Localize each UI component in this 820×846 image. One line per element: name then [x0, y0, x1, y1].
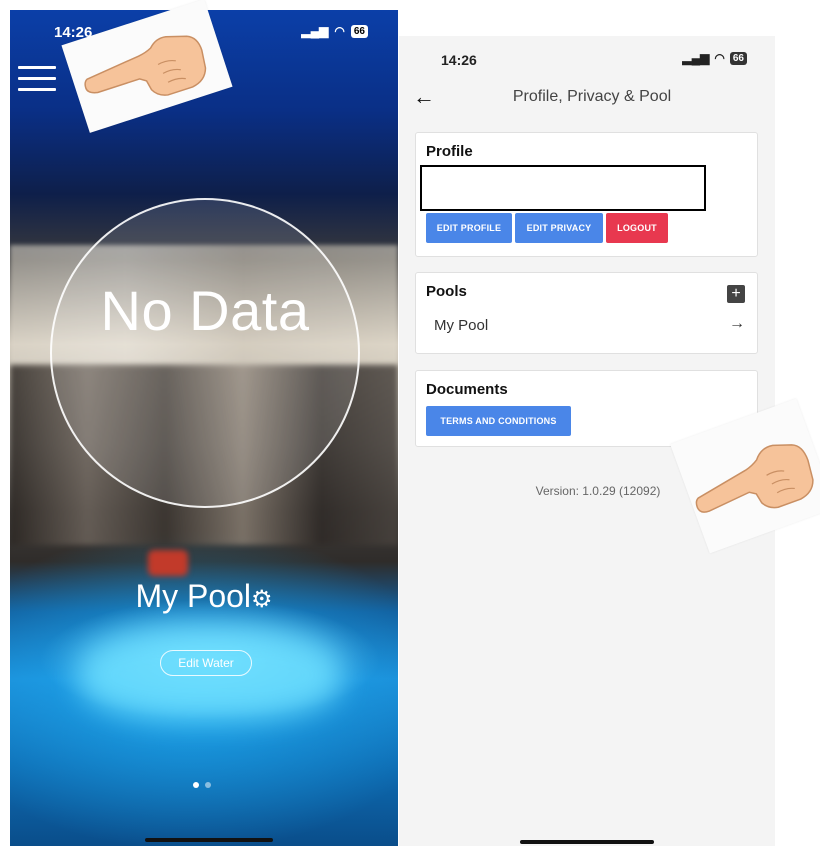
edit-water-button[interactable]: Edit Water: [160, 650, 252, 676]
wifi-icon: ◠: [714, 51, 725, 65]
documents-heading: Documents: [426, 381, 508, 398]
pools-card: Pools + My Pool →: [415, 272, 758, 354]
arrow-right-icon: →: [729, 315, 745, 332]
pool-name-label: My Pool: [135, 578, 252, 614]
page-title: Profile, Privacy & Pool: [512, 88, 672, 105]
signal-icon: ▂▄▆: [301, 24, 329, 38]
list-item[interactable]: My Pool →: [416, 313, 757, 343]
profile-heading: Profile: [426, 143, 473, 160]
pool-name-title[interactable]: My Pool⚙: [10, 578, 398, 615]
reading-circle[interactable]: [50, 198, 360, 508]
gear-icon[interactable]: ⚙: [251, 586, 273, 613]
redacted-profile-info: [420, 165, 706, 211]
screenshot-composite: 14:26 ▂▄▆ ◠ 66 No Data My Pool⚙ Edit Wat…: [0, 0, 820, 846]
pool-home-screen: 14:26 ▂▄▆ ◠ 66 No Data My Pool⚙ Edit Wat…: [10, 10, 398, 846]
battery-icon: 66: [350, 24, 368, 38]
plus-icon[interactable]: +: [727, 285, 745, 303]
edit-privacy-button[interactable]: EDIT PRIVACY: [515, 213, 603, 243]
no-data-label: No Data: [100, 279, 310, 342]
pool-item-label: My Pool: [434, 317, 489, 334]
home-indicator: [520, 840, 654, 844]
logout-button[interactable]: LOGOUT: [606, 213, 668, 243]
status-time: 14:26: [441, 52, 477, 68]
signal-icon: ▂▄▆: [682, 51, 710, 65]
pools-heading: Pools: [426, 283, 467, 300]
nav-bar: ← Profile, Privacy & Pool: [399, 82, 775, 112]
terms-and-conditions-button[interactable]: TERMS AND CONDITIONS: [426, 406, 571, 436]
status-bar: 14:26 ▂▄▆ ◠ 66: [399, 36, 775, 76]
page-indicator: [193, 782, 211, 788]
profile-card: Profile EDIT PROFILE EDIT PRIVACY LOGOUT: [415, 132, 758, 257]
edit-profile-button[interactable]: EDIT PROFILE: [426, 213, 512, 243]
home-indicator: [145, 838, 273, 842]
wifi-icon: ◠: [334, 24, 345, 38]
battery-icon: 66: [729, 51, 747, 65]
hamburger-menu-icon[interactable]: [18, 66, 56, 94]
